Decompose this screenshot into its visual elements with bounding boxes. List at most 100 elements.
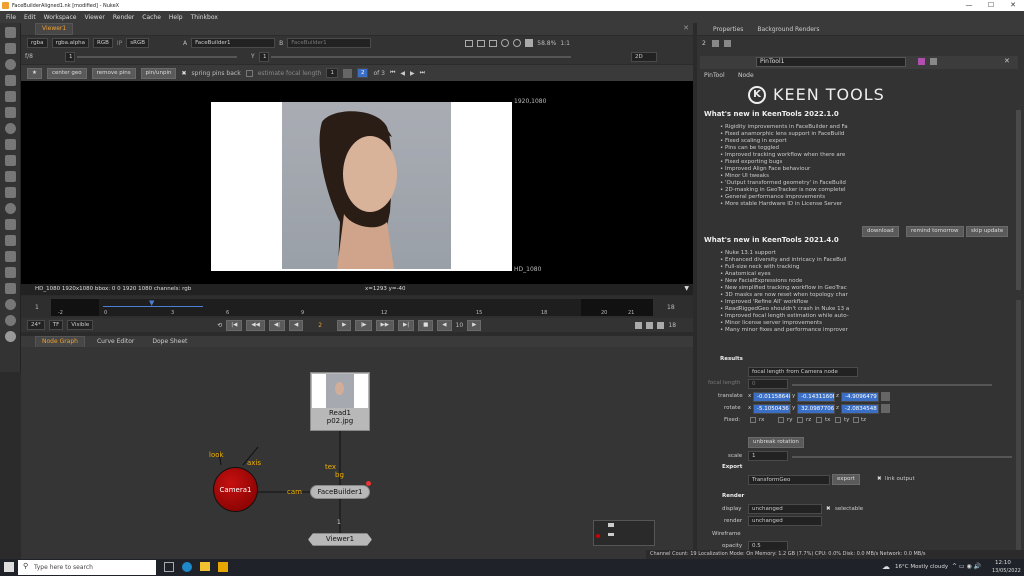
- remove-pins-button[interactable]: remove pins: [91, 67, 136, 79]
- rotate-animation-icon[interactable]: [881, 404, 890, 413]
- color-tool-icon[interactable]: [4, 91, 16, 102]
- menu-viewer[interactable]: Viewer: [84, 14, 104, 21]
- current-frame-field[interactable]: 2: [307, 322, 333, 329]
- menu-workspace[interactable]: Workspace: [44, 14, 77, 21]
- translate-x-field[interactable]: -0.01158648: [753, 392, 791, 402]
- flipbook-icon[interactable]: [635, 321, 643, 329]
- node-name-field[interactable]: PinTool1: [756, 57, 906, 67]
- minimap[interactable]: [593, 520, 655, 546]
- gamma-slider[interactable]: [271, 56, 571, 58]
- rotate-z-field[interactable]: -2.0834548: [841, 404, 879, 414]
- estimate-focal-checkbox[interactable]: [245, 69, 253, 77]
- node-color-icon[interactable]: [918, 58, 925, 65]
- node-graph-canvas[interactable]: Read1 p02.jpg Camera1 look axis cam tex …: [21, 347, 693, 559]
- keyer-tool-icon[interactable]: [4, 123, 16, 134]
- metadata-tool-icon[interactable]: [4, 235, 16, 246]
- menu-help[interactable]: Help: [169, 14, 183, 21]
- timeline-track[interactable]: [51, 299, 653, 316]
- maximize-button[interactable]: ☐: [980, 0, 1002, 11]
- gear-tool-icon[interactable]: [4, 315, 16, 326]
- skip-update-button[interactable]: skip update: [966, 226, 1009, 237]
- views-tool-icon[interactable]: [4, 219, 16, 230]
- system-tray-icons[interactable]: ^ ▭ ◉ 🔊: [952, 563, 981, 570]
- max-panels-field[interactable]: 2: [702, 40, 706, 47]
- rotate-x-field[interactable]: -5.1050436: [753, 404, 791, 414]
- render-mode-select[interactable]: unchanged: [748, 516, 822, 526]
- fixed-tx-checkbox[interactable]: [816, 417, 822, 423]
- rotate-y-field[interactable]: 32.0987706: [797, 404, 835, 414]
- tab-pintool[interactable]: PinTool: [704, 72, 725, 79]
- windows-start-icon[interactable]: [4, 562, 14, 572]
- deep-tool-icon[interactable]: [4, 203, 16, 214]
- keyframe-field[interactable]: 1: [326, 68, 338, 78]
- render-icon[interactable]: [657, 321, 665, 329]
- focal-length-slider[interactable]: [792, 384, 992, 386]
- gamma-field[interactable]: 1: [259, 52, 269, 62]
- ip-toggle[interactable]: IP: [117, 40, 122, 47]
- focal-mode-select[interactable]: focal length from Camera node: [748, 367, 858, 377]
- focal-length-field[interactable]: 0: [748, 379, 788, 389]
- last-frame-icon[interactable]: ⏭: [420, 69, 425, 77]
- center-geo-button[interactable]: center geo: [46, 67, 87, 79]
- step-back-button[interactable]: ◀: [437, 319, 452, 331]
- color-wheel-icon[interactable]: [513, 39, 522, 47]
- pin-mode-icon[interactable]: ★: [27, 67, 42, 79]
- menu-edit[interactable]: Edit: [24, 14, 36, 21]
- keyframe-icon[interactable]: [342, 68, 352, 78]
- next-key-button[interactable]: ▶▶: [375, 319, 394, 331]
- translate-z-field[interactable]: -4.9096479: [841, 392, 879, 402]
- export-mode-select[interactable]: TransformGeo: [748, 475, 830, 485]
- input-b-select[interactable]: FaceBuilder1: [287, 38, 372, 48]
- properties-scrollbar[interactable]: [1016, 300, 1021, 550]
- menu-thinkbox[interactable]: Thinkbox: [191, 14, 218, 21]
- fixed-ty-checkbox[interactable]: [835, 417, 841, 423]
- menu-render[interactable]: Render: [113, 14, 134, 21]
- selectable-checkbox[interactable]: ✖: [826, 506, 831, 512]
- translate-y-field[interactable]: -0.1431160E: [797, 392, 835, 402]
- scale-slider[interactable]: [792, 456, 1012, 458]
- alpha-select[interactable]: rgba.alpha: [51, 38, 90, 48]
- fstop-label[interactable]: f/8: [25, 53, 33, 60]
- display-select[interactable]: unchanged: [748, 504, 822, 514]
- fixed-ry-checkbox[interactable]: [778, 417, 784, 423]
- first-frame-button[interactable]: |◀: [226, 319, 243, 331]
- export-button[interactable]: export: [832, 474, 860, 485]
- refresh-icon[interactable]: [501, 39, 510, 47]
- clock-time[interactable]: 12:10: [995, 560, 1011, 566]
- lut-icon[interactable]: [489, 39, 498, 47]
- frame-field[interactable]: 1: [65, 52, 75, 62]
- link-output-checkbox[interactable]: ✖: [877, 476, 882, 482]
- merge-tool-icon[interactable]: [4, 139, 16, 150]
- channels-select[interactable]: rgba: [27, 38, 48, 48]
- spring-pins-checkbox[interactable]: ✖: [181, 70, 186, 77]
- task-view-icon[interactable]: [164, 562, 174, 572]
- 3d-tool-icon[interactable]: [4, 171, 16, 182]
- translate-animation-icon[interactable]: [881, 392, 890, 401]
- channel-tool-icon[interactable]: [4, 75, 16, 86]
- play-back-button[interactable]: ◀: [288, 319, 304, 331]
- play-button[interactable]: ▶: [337, 319, 352, 331]
- fps-select[interactable]: 24*: [27, 320, 45, 330]
- transform-tool-icon[interactable]: [4, 155, 16, 166]
- prev-frame-button[interactable]: ◀|: [268, 319, 285, 331]
- fixed-tz-checkbox[interactable]: [853, 417, 859, 423]
- fixed-rz-checkbox[interactable]: [797, 417, 803, 423]
- pin-unpin-button[interactable]: pin/unpin: [140, 67, 177, 79]
- close-button[interactable]: ✕: [1002, 0, 1024, 11]
- roi-icon[interactable]: [465, 39, 474, 47]
- furnace-tool-icon[interactable]: [4, 283, 16, 294]
- view-mode-select[interactable]: 2D: [631, 52, 657, 62]
- prev-frame-icon[interactable]: ◀: [400, 70, 405, 77]
- proxy-icon[interactable]: [477, 39, 486, 47]
- viewer-node[interactable]: Viewer1: [308, 533, 372, 546]
- colorspace-select[interactable]: sRGB: [126, 38, 150, 48]
- pause-icon[interactable]: [525, 39, 534, 47]
- menu-cache[interactable]: Cache: [142, 14, 161, 21]
- info-menu-icon[interactable]: ▼: [684, 285, 689, 292]
- menu-file[interactable]: File: [6, 14, 16, 21]
- page-current-field[interactable]: 2: [356, 68, 369, 78]
- clear-panels-icon[interactable]: [724, 40, 731, 47]
- scale-field[interactable]: 1: [748, 451, 788, 461]
- cache-icon[interactable]: [646, 321, 654, 329]
- read-node[interactable]: Read1 p02.jpg: [310, 372, 370, 431]
